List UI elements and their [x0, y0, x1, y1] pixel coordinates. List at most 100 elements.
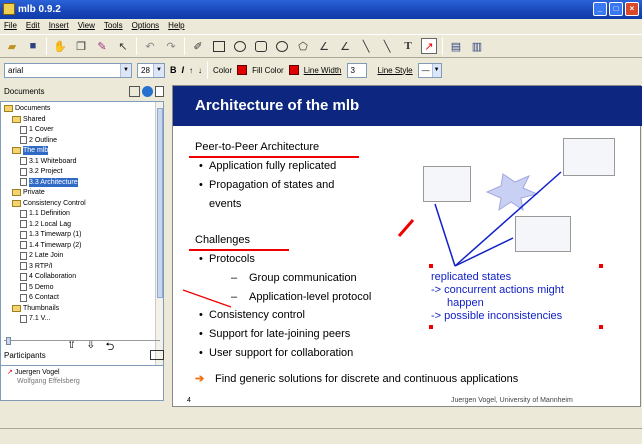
- chevron-down-icon[interactable]: ▼: [120, 63, 131, 77]
- tree-page[interactable]: 1 Cover: [20, 125, 54, 134]
- text-tool-icon[interactable]: T: [400, 38, 416, 54]
- tree-folder[interactable]: Documents: [4, 104, 50, 113]
- polyline2-icon[interactable]: ∠: [337, 38, 353, 54]
- slider-handle[interactable]: [6, 337, 11, 345]
- participant-item[interactable]: ↗ Juergen Vogel: [7, 368, 157, 377]
- fill-color-swatch[interactable]: [288, 65, 299, 75]
- folder-icon: [12, 189, 21, 196]
- menu-tools[interactable]: Tools: [104, 19, 123, 33]
- tree-page[interactable]: 1.3 Timewarp (1): [20, 230, 82, 239]
- title-bar: mlb 0.9.2 _ □ ×: [0, 0, 642, 19]
- scroll-thumb[interactable]: [157, 108, 163, 298]
- tree-label: Thumbnails: [23, 304, 60, 312]
- line-icon[interactable]: ╲: [358, 38, 374, 54]
- undo-icon[interactable]: ↶: [142, 38, 158, 54]
- chevron-down-icon[interactable]: ▼: [431, 63, 441, 77]
- rounded-rect-icon[interactable]: [253, 38, 269, 54]
- new-page-icon[interactable]: [155, 86, 164, 97]
- redo-icon[interactable]: ↷: [163, 38, 179, 54]
- blue-arrow: [434, 203, 456, 267]
- tree-page[interactable]: 1.4 Timewarp (2): [20, 241, 82, 250]
- tree-folder[interactable]: Private: [12, 188, 45, 197]
- tree-page[interactable]: 1.2 Local Lag: [20, 220, 71, 229]
- filled-ellipse-icon[interactable]: [274, 38, 290, 54]
- list-view-icon[interactable]: [129, 86, 140, 97]
- freehand-icon[interactable]: ✐: [190, 38, 206, 54]
- tree-folder[interactable]: Consistency Control: [12, 199, 86, 208]
- page-layout-icon[interactable]: ▥: [469, 38, 485, 54]
- lower-button[interactable]: ↓: [198, 66, 202, 75]
- line-width-label: Line Width: [303, 65, 342, 75]
- participants-title: Participants: [4, 350, 46, 360]
- tree-label: 6 Contact: [29, 294, 59, 301]
- tree-page[interactable]: 6 Contact: [20, 293, 59, 302]
- menu-view[interactable]: View: [78, 19, 95, 33]
- tree-scrollbar[interactable]: [155, 102, 163, 376]
- tree-label: The mlb: [23, 146, 49, 155]
- tree-page[interactable]: 1.1 Definition: [20, 209, 70, 218]
- ellipse-icon[interactable]: [232, 38, 248, 54]
- tree-page[interactable]: 3.3 Architecture: [20, 177, 78, 187]
- open-folder-icon[interactable]: ▰: [4, 38, 20, 54]
- menu-edit[interactable]: Edit: [26, 19, 40, 33]
- participant-item[interactable]: Wolfgang Effelsberg: [7, 377, 157, 386]
- participants-panel-icon[interactable]: [150, 350, 164, 360]
- minimize-button[interactable]: _: [593, 2, 607, 16]
- tree-page[interactable]: 2 Late Join: [20, 251, 63, 260]
- tree-page[interactable]: 3.1 Whiteboard: [20, 157, 76, 166]
- line-width-value: 3: [350, 65, 355, 75]
- menu-help[interactable]: Help: [168, 19, 184, 33]
- folder-icon: [12, 115, 21, 123]
- save-icon[interactable]: ■: [25, 38, 41, 54]
- color-swatch[interactable]: [237, 65, 248, 75]
- tree-label: 3.3 Architecture: [29, 177, 78, 187]
- folder-icon: [12, 147, 21, 154]
- polyline-icon[interactable]: ∠: [316, 38, 332, 54]
- arrow-line-icon[interactable]: ╲: [379, 38, 395, 54]
- toolbar-separator: [46, 37, 47, 55]
- bold-button[interactable]: B: [170, 65, 177, 75]
- main-toolbar: ▰ ■ ✋ ❐ ✎ ↖ ↶ ↷ ✐ ⬠ ∠ ∠ ╲ ╲ T ↗ ▤ ▥: [0, 34, 642, 58]
- page-icon: [20, 262, 27, 270]
- menu-insert[interactable]: Insert: [49, 19, 69, 33]
- font-size-select[interactable]: 28 ▼: [137, 62, 165, 78]
- line-style-select[interactable]: — ▼: [417, 62, 442, 78]
- menu-bar: File Edit Insert View Tools Options Help: [0, 19, 642, 33]
- red-arrow-icon[interactable]: ↗: [421, 38, 437, 54]
- line-width-spinner[interactable]: 3: [346, 62, 367, 78]
- tree-folder[interactable]: The mlb: [12, 146, 49, 155]
- pointer-icon[interactable]: ↖: [115, 38, 131, 54]
- tree-page[interactable]: 3 RTP/I: [20, 262, 53, 271]
- window-title: mlb 0.9.2: [18, 4, 61, 15]
- italic-button[interactable]: I: [182, 65, 185, 75]
- maximize-button[interactable]: □: [609, 2, 623, 16]
- layer-icon[interactable]: ▤: [448, 38, 464, 54]
- chevron-down-icon[interactable]: ▼: [153, 63, 164, 77]
- polygon-icon[interactable]: ⬠: [295, 38, 311, 54]
- tree-folder[interactable]: Shared: [12, 115, 46, 124]
- participants-list: ↗ Juergen Vogel Wolfgang Effelsberg: [0, 365, 164, 401]
- folder-icon: [4, 105, 13, 112]
- menu-file[interactable]: File: [4, 19, 17, 33]
- font-value: arial: [8, 65, 24, 75]
- zoom-slider[interactable]: [0, 337, 164, 345]
- hand-icon[interactable]: ✋: [52, 38, 68, 54]
- font-select[interactable]: arial ▼: [4, 62, 132, 78]
- slide-canvas[interactable]: Architecture of the mlb Peer-to-Peer Arc…: [172, 85, 642, 407]
- tree-page[interactable]: 2 Outline: [20, 136, 57, 145]
- rectangle-icon[interactable]: [211, 38, 227, 54]
- close-button[interactable]: ×: [625, 2, 639, 16]
- annotation-text: happen: [447, 297, 484, 309]
- tree-folder[interactable]: Thumbnails: [12, 304, 59, 313]
- app-icon: [3, 3, 15, 15]
- tree-page[interactable]: 3.2 Project: [20, 167, 62, 176]
- tree-page[interactable]: 7.1 V...: [20, 314, 51, 323]
- globe-icon[interactable]: [142, 86, 153, 97]
- raise-button[interactable]: ↑: [189, 66, 193, 75]
- tree-page[interactable]: 5 Demo: [20, 283, 54, 292]
- copy-icon[interactable]: ❐: [73, 38, 89, 54]
- tree-label: Documents: [15, 105, 51, 112]
- tree-page[interactable]: 4 Collaboration: [20, 272, 76, 281]
- eraser-icon[interactable]: ✎: [94, 38, 110, 54]
- menu-options[interactable]: Options: [132, 19, 160, 33]
